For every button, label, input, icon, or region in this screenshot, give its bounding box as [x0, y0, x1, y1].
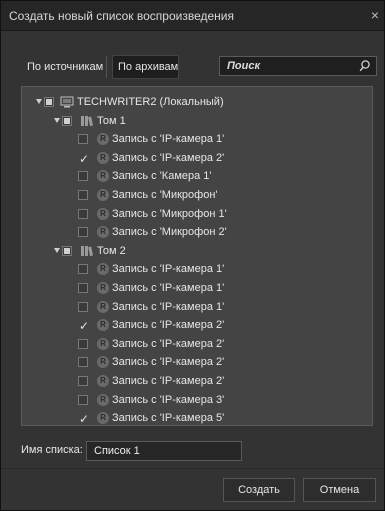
tree-record-item[interactable]: R Запись с 'IP-камера 1' — [22, 260, 372, 278]
tree-record-label: Запись с 'IP-камера 2' — [112, 375, 225, 387]
tree-record-item[interactable]: ✓ R Запись с 'IP-камера 2' — [22, 316, 372, 334]
item-checkbox[interactable] — [78, 190, 88, 200]
item-checkbox[interactable] — [78, 264, 88, 275]
item-checkbox[interactable] — [78, 227, 88, 238]
record-icon: R — [97, 151, 109, 164]
tab-divider — [106, 56, 107, 78]
tree-record-label: Запись с 'IP-камера 2' — [112, 337, 225, 350]
record-icon: R — [97, 393, 109, 406]
record-icon: R — [97, 207, 109, 220]
create-playlist-dialog: Создать новый список воспроизведения × П… — [0, 0, 385, 511]
tree-record-item[interactable]: R Запись с 'Микрофон' — [22, 186, 372, 204]
tree-record-item[interactable]: R Запись с 'Микрофон 1' — [22, 205, 372, 223]
item-checkbox[interactable] — [78, 283, 88, 293]
list-name-row: Имя списка: Список 1 — [21, 441, 373, 461]
record-icon: R — [97, 133, 109, 146]
item-checkbox[interactable]: ✓ — [78, 413, 89, 425]
item-checkbox[interactable] — [62, 115, 72, 126]
cancel-button[interactable]: Отмена — [303, 478, 376, 502]
tree-record-item[interactable]: R Запись с 'IP-камера 1' — [22, 298, 372, 316]
item-checkbox[interactable] — [78, 134, 88, 145]
tree-record-label: Запись с 'IP-камера 2' — [112, 151, 225, 164]
item-checkbox[interactable] — [78, 171, 88, 182]
tree-record-label: Запись с 'IP-камера 1' — [112, 133, 225, 146]
tree-record-label: Запись с 'IP-камера 2' — [112, 319, 225, 332]
item-checkbox[interactable] — [78, 338, 88, 349]
tree-record-item[interactable]: ✓ R Запись с 'IP-камера 2' — [22, 149, 372, 167]
tree-record-label: Запись с 'Микрофон 1' — [112, 207, 227, 220]
tree-record-item[interactable]: ✓ R Запись с 'IP-камера 5' — [22, 409, 372, 427]
close-icon[interactable]: × — [368, 7, 382, 23]
record-icon: R — [97, 356, 109, 369]
expand-arrow-icon[interactable] — [54, 247, 60, 253]
search-text: Поиск — [227, 60, 261, 72]
expand-arrow-icon[interactable] — [36, 99, 42, 104]
search-input[interactable]: Поиск — [219, 56, 377, 76]
item-checkbox[interactable] — [78, 208, 88, 219]
item-checkbox[interactable] — [78, 357, 88, 368]
record-icon: R — [97, 263, 109, 276]
item-checkbox[interactable] — [44, 97, 54, 107]
item-checkbox[interactable]: ✓ — [78, 153, 89, 165]
tree-volume-node[interactable]: Том 2 — [22, 242, 372, 260]
tree-record-label: Запись с 'IP-камера 1' — [112, 282, 225, 294]
tree-record-item[interactable]: R Запись с 'IP-камера 2' — [22, 353, 372, 371]
tree-volume-label: Том 2 — [97, 244, 126, 257]
title-bar: Создать новый список воспроизведения × — [1, 1, 384, 31]
record-icon: R — [97, 300, 109, 313]
search-icon[interactable] — [358, 59, 372, 73]
record-icon: R — [97, 375, 109, 387]
list-name-field[interactable]: Список 1 — [86, 441, 242, 461]
dialog-title: Создать новый список воспроизведения — [9, 9, 234, 23]
tree-record-item[interactable]: R Запись с 'IP-камера 1' — [22, 130, 372, 148]
record-icon: R — [97, 319, 109, 332]
tree-record-item[interactable]: R Запись с 'IP-камера 3' — [22, 391, 372, 409]
view-toolbar: По источникам По архивам Поиск — [18, 55, 377, 79]
item-checkbox[interactable]: ✓ — [78, 320, 89, 332]
tree-record-label: Запись с 'Микрофон' — [112, 189, 218, 201]
tree-record-label: Запись с 'IP-камера 5' — [112, 412, 225, 425]
tree-root-node[interactable]: TECHWRITER2 (Локальный) — [22, 93, 372, 111]
tree-record-item[interactable]: R Запись с 'IP-камера 1' — [22, 279, 372, 297]
tree-record-label: Запись с 'IP-камера 2' — [112, 356, 225, 369]
tree-root-label: TECHWRITER2 (Локальный) — [77, 96, 224, 108]
tree-record-item[interactable]: R Запись с 'IP-камера 2' — [22, 335, 372, 353]
item-checkbox[interactable] — [78, 376, 88, 386]
tree-record-item[interactable]: R Запись с 'IP-камера 2' — [22, 372, 372, 390]
expand-arrow-icon[interactable] — [54, 117, 60, 123]
tree-record-label: Запись с 'IP-камера 3' — [112, 393, 225, 406]
tree-volume-node[interactable]: Том 1 — [22, 112, 372, 130]
tree-record-label: Запись с 'IP-камера 1' — [112, 263, 225, 276]
tree-record-label: Запись с 'IP-камера 1' — [112, 300, 225, 313]
create-button[interactable]: Создать — [223, 478, 295, 502]
tree-volume-label: Том 1 — [97, 114, 126, 127]
record-icon: R — [97, 337, 109, 350]
tree-record-item[interactable]: R Запись с 'Камера 1' — [22, 167, 372, 185]
record-icon: R — [97, 412, 109, 425]
record-icon: R — [97, 189, 109, 201]
item-checkbox[interactable] — [78, 394, 88, 405]
record-icon: R — [97, 282, 109, 294]
record-icon: R — [97, 226, 109, 239]
list-name-label: Имя списка: — [21, 444, 83, 456]
tree-record-item[interactable]: R Запись с 'Микрофон 2' — [22, 223, 372, 241]
item-checkbox[interactable] — [62, 245, 72, 256]
tab-by-sources[interactable]: По источникам — [20, 55, 110, 79]
item-checkbox[interactable] — [78, 301, 88, 312]
tree-record-label: Запись с 'Камера 1' — [112, 170, 212, 183]
footer-divider — [1, 468, 384, 469]
archive-tree: TECHWRITER2 (Локальный) Том 1 R Запись с 'I… — [21, 86, 373, 426]
tree-record-label: Запись с 'Микрофон 2' — [112, 226, 227, 239]
record-icon: R — [97, 170, 109, 183]
tab-by-archives[interactable]: По архивам — [112, 55, 179, 79]
